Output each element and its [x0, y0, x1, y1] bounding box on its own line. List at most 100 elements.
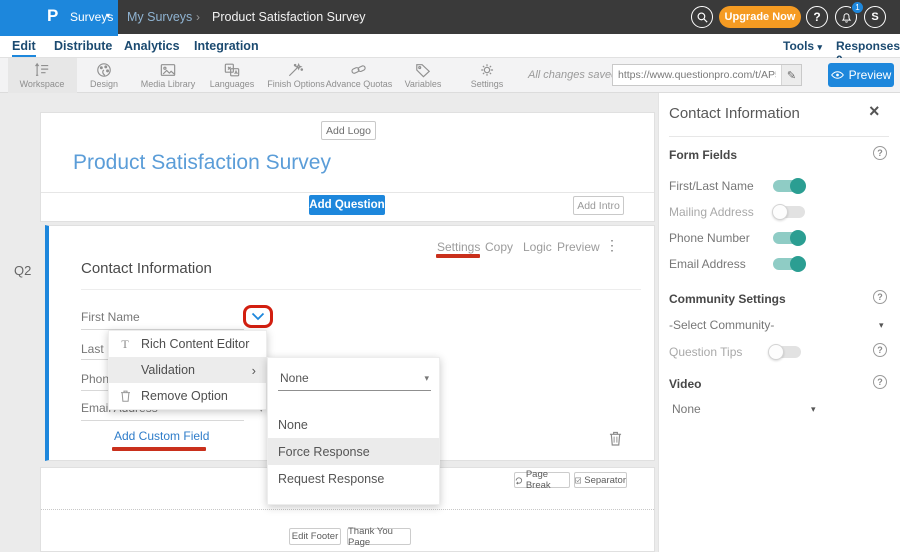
question-action-copy[interactable]: Copy [485, 240, 513, 254]
caret-down-icon: ▾ [817, 42, 822, 52]
trash-icon [609, 431, 622, 446]
languages-icon[interactable] [223, 62, 241, 78]
validation-selected-value: None [280, 371, 309, 385]
settings-icon[interactable] [478, 62, 496, 78]
add-intro-button[interactable]: Add Intro [573, 196, 624, 215]
help-icon[interactable]: ? [873, 375, 887, 389]
design-icon[interactable] [95, 62, 113, 78]
variables-icon[interactable] [414, 62, 432, 78]
caret-down-icon: ▾ [424, 373, 429, 384]
editor-toolbar: Workspace Design Media Library Languages… [0, 58, 900, 93]
eye-icon [831, 70, 844, 80]
account-avatar[interactable]: S [864, 6, 886, 28]
survey-title[interactable]: Product Satisfaction Survey [73, 151, 331, 175]
footer-dotted-divider [41, 509, 654, 510]
separator-icon [575, 476, 581, 485]
toolbar-item-settings[interactable]: Settings [449, 79, 525, 89]
thank-you-page-button[interactable]: Thank You Page [347, 528, 411, 545]
search-button[interactable] [691, 6, 713, 28]
toggle-knob [790, 256, 806, 272]
form-fields-heading: Form Fields [669, 148, 737, 162]
question-action-logic[interactable]: Logic [523, 240, 552, 254]
add-question-button[interactable]: Add Question [309, 195, 385, 215]
notification-badge: 1 [851, 1, 864, 14]
text-tool-icon: T [109, 337, 141, 352]
field-label-first-name[interactable]: First Name [81, 310, 140, 324]
media-library-icon[interactable] [159, 62, 177, 78]
help-glyph: ? [877, 148, 883, 158]
edit-footer-button[interactable]: Edit Footer [289, 528, 341, 545]
video-select[interactable]: None [672, 402, 701, 416]
menu-item-validation[interactable]: Validation › [109, 357, 266, 383]
help-icon[interactable]: ? [873, 290, 887, 304]
product-switcher[interactable]: P Surveys ▾ [0, 0, 118, 34]
preview-button[interactable]: Preview [828, 63, 894, 87]
panel-title: Contact Information [669, 105, 800, 122]
help-icon: ? [813, 10, 820, 24]
menu-item-remove-option[interactable]: Remove Option [109, 383, 266, 409]
add-logo-button[interactable]: Add Logo [321, 121, 376, 140]
question-action-preview[interactable]: Preview [557, 240, 600, 254]
separator-label: Separator [584, 475, 626, 486]
search-icon [696, 11, 709, 24]
validation-option-request-response[interactable]: Request Response [268, 465, 439, 492]
tools-menu[interactable]: Tools ▾ [783, 39, 822, 53]
help-icon[interactable]: ? [873, 146, 887, 160]
tools-label: Tools [783, 39, 814, 53]
question-action-settings[interactable]: Settings [437, 240, 480, 254]
tab-edit[interactable]: Edit [12, 39, 36, 57]
toggle-label-mailing-address: Mailing Address [669, 205, 754, 219]
edit-url-button[interactable]: ✎ [781, 65, 801, 85]
tab-analytics[interactable]: Analytics [124, 39, 180, 53]
toggle-knob [768, 344, 784, 360]
question-tips-label: Question Tips [669, 345, 742, 359]
finish-options-icon[interactable] [287, 62, 305, 78]
question-title[interactable]: Contact Information [81, 260, 212, 277]
toggle-first-last-name[interactable] [773, 180, 805, 192]
question-number: Q2 [14, 263, 31, 278]
question-title-divider [81, 289, 641, 290]
workspace-icon[interactable] [33, 62, 51, 78]
help-button[interactable]: ? [806, 6, 828, 28]
question-more-menu[interactable]: ⋮ [605, 237, 619, 254]
advance-quotas-icon[interactable] [350, 62, 368, 78]
field-option-dropdown-annotated[interactable] [243, 305, 273, 328]
add-custom-field-link[interactable]: Add Custom Field [114, 429, 209, 443]
tab-integration[interactable]: Integration [194, 39, 259, 53]
separator-button[interactable]: Separator [574, 472, 627, 488]
toggle-mailing-address[interactable] [773, 206, 805, 218]
chevron-right-icon: › [252, 363, 256, 378]
breadcrumb-parent[interactable]: My Surveys [127, 10, 192, 24]
panel-divider [669, 136, 889, 137]
toggle-phone-number[interactable] [773, 232, 805, 244]
breadcrumb-separator-icon: › [196, 10, 200, 24]
survey-header-card: Add Logo Product Satisfaction Survey Add… [40, 112, 655, 222]
toggle-knob [790, 178, 806, 194]
upgrade-now-button[interactable]: Upgrade Now [719, 6, 801, 28]
validation-option-force-response[interactable]: Force Response [268, 438, 439, 465]
toggle-label-phone-number: Phone Number [669, 231, 750, 245]
toggle-question-tips[interactable] [769, 346, 801, 358]
tab-distribute[interactable]: Distribute [54, 39, 112, 53]
caret-down-icon: ▾ [106, 11, 110, 20]
questionpro-logo-icon: P [47, 6, 58, 26]
close-icon[interactable]: × [869, 101, 880, 122]
page-break-button[interactable]: Page Break [514, 472, 570, 488]
delete-question-button[interactable] [609, 431, 622, 446]
survey-url-input[interactable] [613, 65, 781, 85]
help-icon[interactable]: ? [873, 343, 887, 357]
validation-option-none[interactable]: None [268, 411, 439, 438]
menu-item-rich-content-editor[interactable]: T Rich Content Editor [109, 331, 266, 357]
page-break-label: Page Break [526, 469, 569, 491]
questionpro-survey-editor: P Surveys ▾ My Surveys › Product Satisfa… [0, 0, 900, 552]
validation-submenu: None ▾ None Force Response Request Respo… [267, 357, 440, 505]
validation-select[interactable]: None ▾ [278, 368, 431, 391]
caret-down-icon: ▾ [879, 320, 884, 331]
community-settings-heading: Community Settings [669, 292, 786, 306]
menu-item-label: Rich Content Editor [141, 337, 249, 351]
toggle-email-address[interactable] [773, 258, 805, 270]
help-glyph: ? [877, 345, 883, 355]
main-nav: Edit Distribute Analytics Integration To… [0, 34, 900, 58]
community-select[interactable]: -Select Community- [669, 318, 774, 332]
toggle-knob [772, 204, 788, 220]
